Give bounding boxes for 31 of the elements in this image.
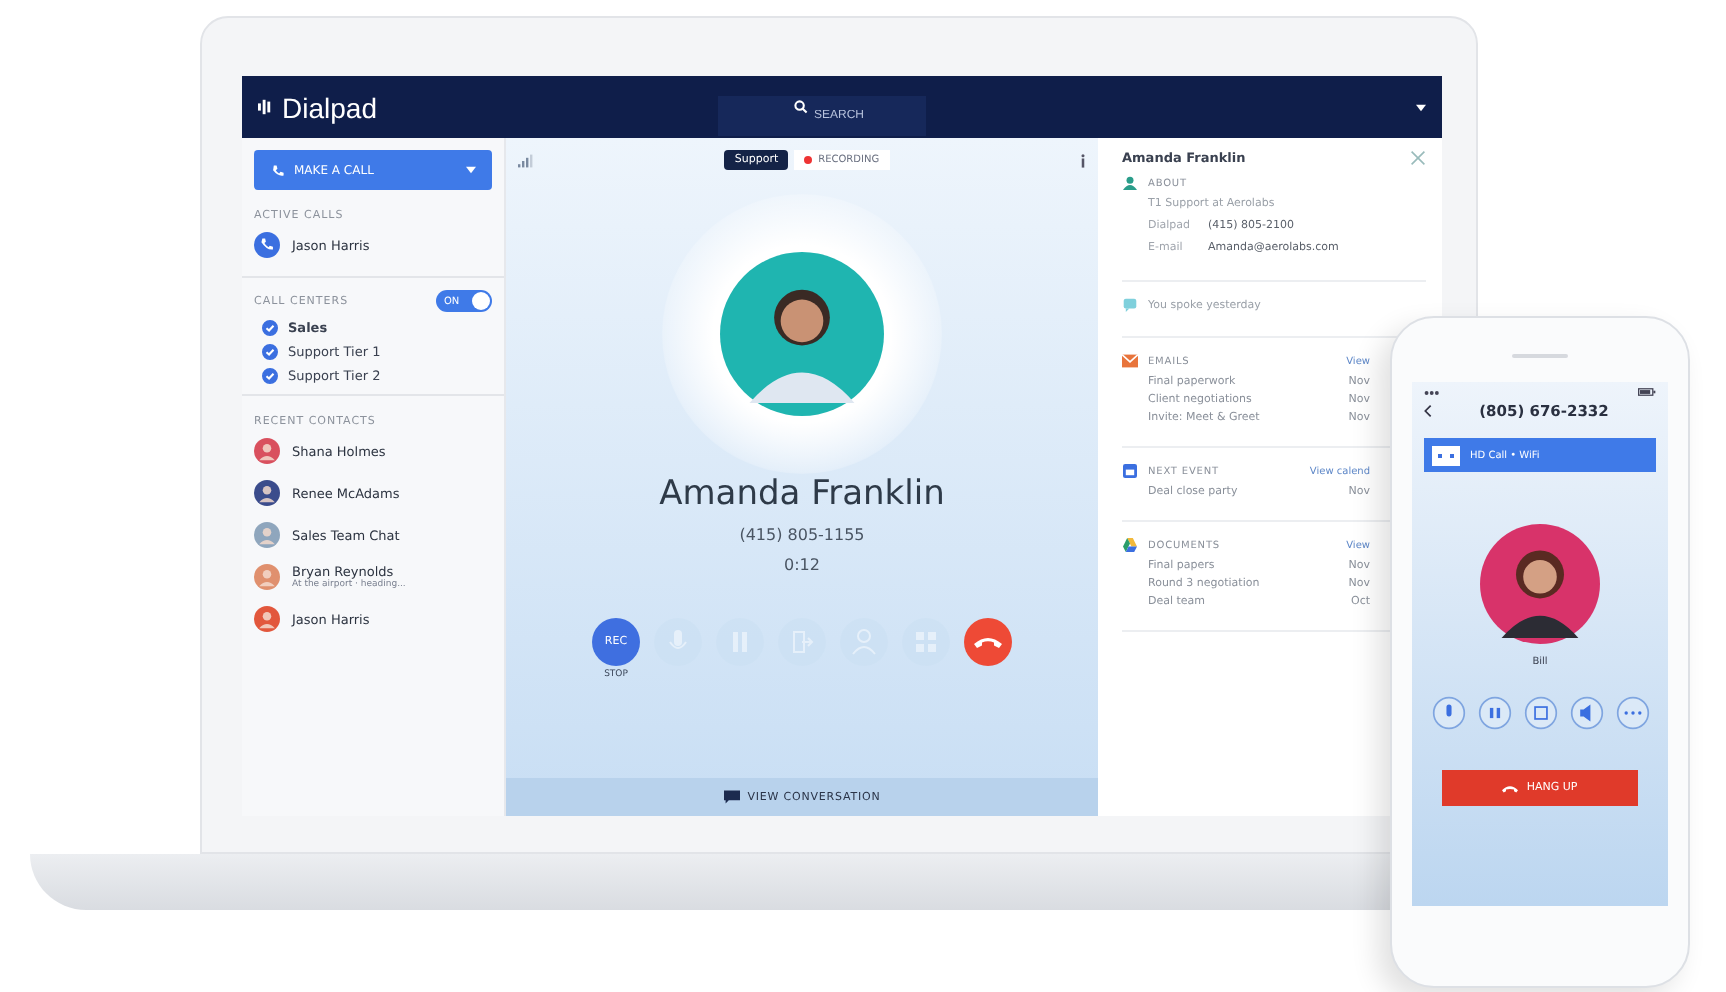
drive-icon: [1122, 538, 1138, 552]
caller-name: Amanda Franklin: [659, 474, 945, 514]
more-button[interactable]: [1615, 696, 1649, 730]
microphone-button[interactable]: [1431, 696, 1465, 730]
speaker-button[interactable]: [1569, 696, 1603, 730]
hang-up-button[interactable]: [964, 618, 1012, 666]
chat-icon: [1122, 298, 1138, 312]
caret-icon[interactable]: [1416, 103, 1426, 111]
search-icon: [794, 100, 808, 114]
logo-text: Dialpad: [282, 91, 377, 123]
caller-avatar: [1480, 524, 1600, 644]
info-icon[interactable]: [1080, 153, 1086, 167]
close-icon[interactable]: [1410, 150, 1426, 166]
call-duration: 0:12: [784, 556, 820, 574]
checked-icon[interactable]: [262, 368, 278, 384]
mail-icon: [1122, 354, 1138, 368]
caret-icon: [466, 166, 476, 174]
hang-up-icon: [1502, 781, 1519, 795]
keypad-button[interactable]: [1523, 696, 1557, 730]
checked-icon[interactable]: [262, 320, 278, 336]
wave-icon: [258, 98, 276, 116]
checked-icon[interactable]: [262, 344, 278, 360]
hold-button[interactable]: [1477, 696, 1511, 730]
calendar-icon: [1122, 464, 1138, 478]
phone-icon: [254, 232, 280, 258]
battery-icon: [1638, 388, 1656, 396]
phone-icon: [270, 163, 286, 177]
back-icon[interactable]: [1424, 404, 1432, 418]
person-icon: [1122, 176, 1138, 190]
chat-icon: [723, 790, 740, 804]
caller-phone: (415) 805-1155: [739, 526, 865, 544]
